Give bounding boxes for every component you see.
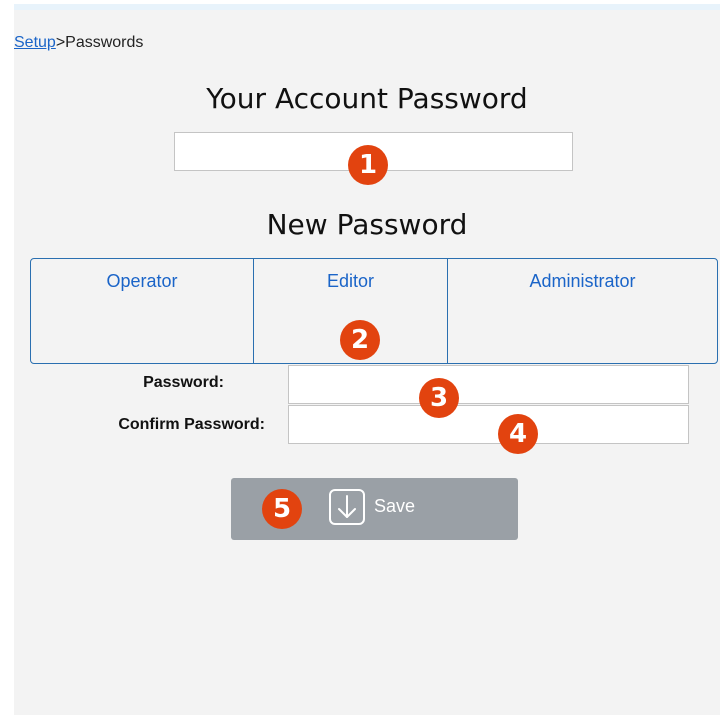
account-password-heading: Your Account Password — [206, 82, 528, 115]
new-password-heading: New Password — [266, 208, 468, 241]
role-tab-operator[interactable]: Operator — [31, 259, 253, 363]
breadcrumb: Setup>Passwords — [14, 34, 143, 52]
passwords-panel: Setup>Passwords Your Account Password Ne… — [14, 10, 720, 715]
confirm-password-label: Confirm Password: — [118, 416, 265, 433]
callout-badge-1: 1 — [348, 145, 388, 185]
role-tab-administrator[interactable]: Administrator — [447, 259, 717, 363]
callout-badge-3: 3 — [419, 378, 459, 418]
callout-badge-5: 5 — [262, 489, 302, 529]
callout-badge-2: 2 — [340, 320, 380, 360]
callout-badge-4: 4 — [498, 414, 538, 454]
save-download-icon — [329, 489, 365, 525]
breadcrumb-setup-link[interactable]: Setup — [14, 34, 56, 51]
password-label: Password: — [143, 374, 224, 391]
save-button-label: Save — [374, 496, 416, 516]
breadcrumb-current: Passwords — [65, 34, 144, 51]
confirm-password-field[interactable] — [288, 405, 689, 444]
breadcrumb-separator: > — [55, 34, 66, 51]
password-field[interactable] — [288, 365, 689, 404]
